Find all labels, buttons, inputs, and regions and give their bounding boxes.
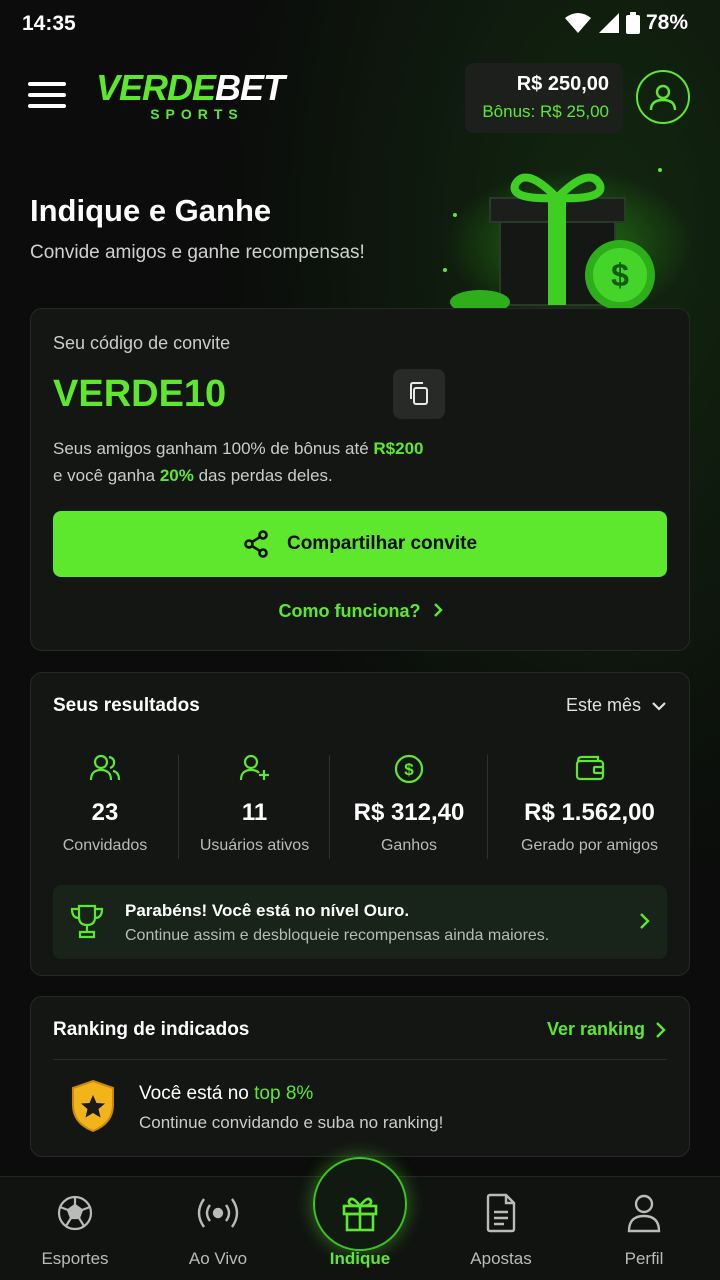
ranking-subtitle: Continue convidando e suba no ranking! xyxy=(139,1113,444,1132)
stat-value: R$ 1.562,00 xyxy=(524,799,655,826)
results-title: Seus resultados xyxy=(53,695,200,716)
balance-amount: R$ 250,00 xyxy=(516,73,609,95)
svg-text:$: $ xyxy=(611,257,629,293)
how-it-works-label: Como funciona? xyxy=(278,601,421,621)
nav-label: Ao Vivo xyxy=(188,1249,248,1268)
share-icon xyxy=(244,530,268,558)
stat-caption: Ganhos xyxy=(380,837,438,854)
page-title: Indique e Ganhe xyxy=(30,193,272,228)
stat-value: 11 xyxy=(241,799,268,826)
user-icon xyxy=(649,84,677,111)
ranking-card: Ranking de indicados Ver ranking Você es… xyxy=(30,996,690,1157)
invite-desc-text: das perdas deles. xyxy=(193,466,333,485)
ranking-title: Ranking de indicados xyxy=(53,1019,250,1040)
nav-indique[interactable]: Indique xyxy=(290,1191,430,1269)
nav-label: Indique xyxy=(329,1249,391,1268)
logo-verde: VERDE xyxy=(96,67,216,108)
stat-value: 23 xyxy=(91,799,119,826)
nav-esportes[interactable]: Esportes xyxy=(5,1191,145,1269)
chevron-right-icon xyxy=(656,1021,666,1038)
logo-text: VERDEBET xyxy=(96,68,286,108)
invite-percent-highlight: 20% xyxy=(159,466,194,485)
stat-caption: Convidados xyxy=(62,837,148,854)
nav-label: Perfil xyxy=(624,1249,664,1268)
level-title: Parabéns! Você está no nível Ouro. xyxy=(125,901,410,920)
svg-text:$: $ xyxy=(404,760,414,779)
period-label: Este mês xyxy=(565,695,641,715)
status-bar: 14:35 78% xyxy=(0,0,720,50)
wallet-icon xyxy=(575,755,604,781)
logo-sub: SPORTS xyxy=(150,106,244,122)
chevron-down-icon xyxy=(652,701,666,711)
copy-code-button[interactable] xyxy=(393,369,445,419)
profile-icon xyxy=(627,1194,661,1233)
brand-logo[interactable]: VERDEBET SPORTS xyxy=(96,68,286,123)
chevron-right-icon xyxy=(640,913,650,929)
share-invite-label: Compartilhar convite xyxy=(286,533,478,554)
user-plus-icon xyxy=(239,754,269,781)
how-it-works-link[interactable]: Como funciona? xyxy=(31,601,691,622)
signal-icon xyxy=(598,13,619,33)
stat-caption: Usuários ativos xyxy=(199,837,310,854)
nav-label: Apostas xyxy=(470,1249,532,1268)
dollar-circle-icon: $ xyxy=(394,754,424,784)
menu-icon-line xyxy=(28,104,66,108)
stat-earnings: $ R$ 312,40 Ganhos xyxy=(330,753,488,863)
invite-bonus-highlight: R$200 xyxy=(373,439,424,458)
gift-icon xyxy=(342,1197,378,1232)
wifi-icon xyxy=(564,13,591,33)
share-invite-button[interactable]: Compartilhar convite xyxy=(53,511,667,577)
ranking-position: Você está no top 8% xyxy=(139,1083,313,1105)
menu-icon-line xyxy=(28,82,66,86)
bottom-navigation: Esportes Ao Vivo Indique Apostas Perfil xyxy=(0,1157,720,1280)
stat-caption: Gerado por amigos xyxy=(521,837,658,854)
stat-generated: R$ 1.562,00 Gerado por amigos xyxy=(488,753,691,863)
status-right: 78% xyxy=(564,11,688,35)
stat-invited: 23 Convidados xyxy=(31,753,179,863)
page-subtitle: Convide amigos e ganhe recompensas! xyxy=(30,242,365,263)
invite-description: Seus amigos ganham 100% de bônus até R$2… xyxy=(53,435,424,489)
invite-code-label: Seu código de convite xyxy=(53,333,231,353)
app-header: VERDEBET SPORTS R$ 250,00 Bônus: R$ 25,0… xyxy=(0,60,720,140)
divider xyxy=(53,1059,667,1060)
menu-icon-line xyxy=(28,93,66,97)
battery-percent: 78% xyxy=(645,11,688,34)
view-ranking-label: Ver ranking xyxy=(546,1019,645,1039)
period-dropdown[interactable]: Este mês xyxy=(566,695,667,716)
nav-label: Esportes xyxy=(41,1249,109,1268)
screen: 14:35 78% VERDEBET SPORTS R$ 250,00 Bônu… xyxy=(0,0,720,1280)
nav-apostas[interactable]: Apostas xyxy=(431,1191,571,1269)
gift-illustration-icon: $ xyxy=(443,168,690,310)
menu-button[interactable] xyxy=(28,82,66,112)
live-icon xyxy=(197,1198,239,1228)
trophy-icon xyxy=(70,904,104,939)
shield-star-icon xyxy=(72,1079,114,1133)
ranking-text: Você está no xyxy=(139,1083,255,1104)
level-banner[interactable]: Parabéns! Você está no nível Ouro. Conti… xyxy=(53,885,667,959)
soccer-ball-icon xyxy=(57,1195,93,1231)
status-time: 14:35 xyxy=(22,12,76,35)
chevron-right-icon xyxy=(433,603,443,617)
invite-desc-text: Seus amigos ganham 100% de bônus até xyxy=(53,439,374,458)
invite-card: Seu código de convite VERDE10 Seus amigo… xyxy=(30,308,690,651)
nav-perfil[interactable]: Perfil xyxy=(574,1191,714,1269)
users-icon xyxy=(89,754,121,781)
stat-value: R$ 312,40 xyxy=(353,799,465,826)
nav-ao-vivo[interactable]: Ao Vivo xyxy=(148,1191,288,1269)
results-card: Seus resultados Este mês 23 Convidados 1… xyxy=(30,672,690,976)
level-subtitle: Continue assim e desbloqueie recompensas… xyxy=(125,927,550,944)
logo-bet: BET xyxy=(215,67,285,108)
battery-icon xyxy=(625,12,640,34)
invite-code: VERDE10 xyxy=(53,373,227,415)
bonus-amount: Bônus: R$ 25,00 xyxy=(482,102,609,121)
document-icon xyxy=(486,1193,516,1233)
invite-desc-text: e você ganha xyxy=(53,466,160,485)
copy-icon xyxy=(410,382,428,405)
stats-row: 23 Convidados 11 Usuários ativos $ R$ 31… xyxy=(31,753,691,863)
view-ranking-link[interactable]: Ver ranking xyxy=(547,1019,667,1040)
profile-button[interactable] xyxy=(636,70,690,124)
ranking-highlight: top 8% xyxy=(254,1083,314,1104)
stat-active-users: 11 Usuários ativos xyxy=(179,753,330,863)
balance-box[interactable]: R$ 250,00 Bônus: R$ 25,00 xyxy=(465,63,623,133)
